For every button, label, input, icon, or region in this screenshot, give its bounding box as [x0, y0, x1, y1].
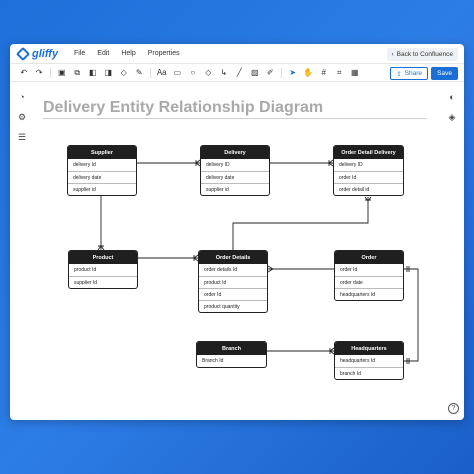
- shapes-icon[interactable]: ◔: [15, 90, 29, 104]
- fill-icon[interactable]: ◇: [116, 66, 132, 80]
- entity-header: Branch: [197, 342, 266, 355]
- entity-field[interactable]: order details Id: [199, 264, 267, 276]
- bring-front-icon[interactable]: ◧: [85, 66, 101, 80]
- chevron-left-icon: ‹: [391, 51, 394, 58]
- menu-properties[interactable]: Properties: [148, 50, 180, 57]
- entity-header: Delivery: [201, 146, 269, 159]
- entity-field[interactable]: branch Id: [335, 367, 403, 379]
- entity-order[interactable]: Order order Id order date headquarters Id: [334, 250, 404, 301]
- entity-field[interactable]: delivery ID: [334, 159, 403, 171]
- menu-file[interactable]: File: [74, 50, 85, 57]
- share-button[interactable]: ⇪ Share: [390, 67, 428, 80]
- entity-field[interactable]: product Id: [199, 276, 267, 288]
- back-to-confluence-button[interactable]: ‹ Back to Confluence: [386, 48, 458, 61]
- pen-icon[interactable]: ✐: [263, 66, 279, 80]
- entity-hq[interactable]: Headquarters headquarters Id branch Id: [334, 341, 404, 380]
- ellipse-icon[interactable]: ○: [185, 66, 201, 80]
- left-sidebar: ◔ ⚙ ☰: [10, 82, 34, 420]
- entity-field[interactable]: order detail id: [334, 183, 403, 195]
- entity-field[interactable]: product quantity: [199, 300, 267, 312]
- entity-field[interactable]: delivery date: [201, 171, 269, 183]
- entity-field[interactable]: delivery ID: [201, 159, 269, 171]
- back-to-confluence-label: Back to Confluence: [396, 51, 453, 58]
- send-back-icon[interactable]: ◨: [101, 66, 117, 80]
- entity-product[interactable]: Product product Id supplier Id: [68, 250, 138, 289]
- entity-field[interactable]: delivery Id: [68, 159, 136, 171]
- connector-icon[interactable]: ↳: [216, 66, 232, 80]
- menu-bar: gliffy File Edit Help Properties ‹ Back …: [10, 44, 464, 64]
- undo-icon[interactable]: ↶: [16, 66, 32, 80]
- entity-field[interactable]: order Id: [335, 264, 403, 276]
- entity-field[interactable]: Branch Id: [197, 355, 266, 367]
- entity-field[interactable]: delivery date: [68, 171, 136, 183]
- menu-edit[interactable]: Edit: [97, 50, 109, 57]
- share-icon: ⇪: [396, 70, 402, 78]
- entity-field[interactable]: order Id: [334, 171, 403, 183]
- entity-header: Order Detail Delivery: [334, 146, 403, 159]
- logo-text: gliffy: [32, 47, 59, 60]
- entity-supplier[interactable]: Supplier delivery Id delivery date supplier…: [67, 145, 137, 196]
- entity-field[interactable]: product Id: [69, 264, 137, 276]
- group-icon[interactable]: ▣: [54, 66, 70, 80]
- toolbar-separator: [150, 67, 151, 78]
- entity-header: Product: [69, 251, 137, 264]
- entity-odd[interactable]: Order Detail Delivery delivery ID order Id…: [333, 145, 404, 196]
- share-label: Share: [404, 70, 422, 77]
- hierarchy-icon[interactable]: ⚙: [15, 110, 29, 124]
- line-icon[interactable]: ╱: [232, 66, 248, 80]
- title-underline: [43, 118, 427, 119]
- diagram-title[interactable]: Delivery Entity Relationship Diagram: [43, 99, 323, 117]
- save-button[interactable]: Save: [431, 67, 458, 80]
- help-icon[interactable]: ?: [448, 403, 459, 414]
- entity-branch[interactable]: Branch Branch Id: [196, 341, 267, 368]
- toolbar-separator: [281, 67, 282, 78]
- entity-field[interactable]: order Id: [199, 288, 267, 300]
- entity-header: Supplier: [68, 146, 136, 159]
- redo-icon[interactable]: ↷: [32, 66, 48, 80]
- entity-field[interactable]: supplier id: [201, 183, 269, 195]
- palette-icon[interactable]: ◐: [445, 90, 459, 104]
- rectangle-icon[interactable]: ▭: [170, 66, 186, 80]
- entity-field[interactable]: headquarters Id: [335, 288, 403, 300]
- entity-field[interactable]: order date: [335, 276, 403, 288]
- database-icon[interactable]: ☰: [15, 130, 29, 144]
- toolbar-separator: [50, 67, 51, 78]
- image-icon[interactable]: ▨: [247, 66, 263, 80]
- entity-field[interactable]: supplier id: [68, 183, 136, 195]
- gliffy-logo-icon: [15, 46, 31, 61]
- hand-icon[interactable]: ✋: [301, 66, 317, 80]
- menu-help[interactable]: Help: [121, 50, 135, 57]
- line-color-icon[interactable]: ✎: [132, 66, 148, 80]
- ungroup-icon[interactable]: ⧉: [70, 66, 86, 80]
- entity-header: Order: [335, 251, 403, 264]
- entity-delivery[interactable]: Delivery delivery ID delivery date supplier…: [200, 145, 270, 196]
- text-icon[interactable]: Aa: [154, 66, 170, 80]
- entity-header: Headquarters: [335, 342, 403, 355]
- pointer-icon[interactable]: ➤: [285, 66, 301, 80]
- snap-grid-icon[interactable]: ⌗: [332, 66, 348, 80]
- entity-field[interactable]: headquarters Id: [335, 355, 403, 367]
- diamond-icon[interactable]: ◇: [201, 66, 217, 80]
- layers-icon[interactable]: ◈: [445, 110, 459, 124]
- entity-field[interactable]: supplier Id: [69, 276, 137, 288]
- entity-header: Order Details: [199, 251, 267, 264]
- entity-orderdetails[interactable]: Order Details order details Id product Id o…: [198, 250, 268, 313]
- table-icon[interactable]: ▦: [347, 66, 363, 80]
- gliffy-logo: gliffy: [15, 46, 62, 61]
- right-sidebar: ◐ ◈: [440, 82, 464, 420]
- toolbar: ↶ ↷ ▣ ⧉ ◧ ◨ ◇ ✎ Aa ▭ ○ ◇ ↳ ╱ ▨ ✐ ➤ ✋ # ⌗ ▦ ⇪ Share Save: [10, 64, 464, 82]
- grid-icon[interactable]: #: [316, 66, 332, 80]
